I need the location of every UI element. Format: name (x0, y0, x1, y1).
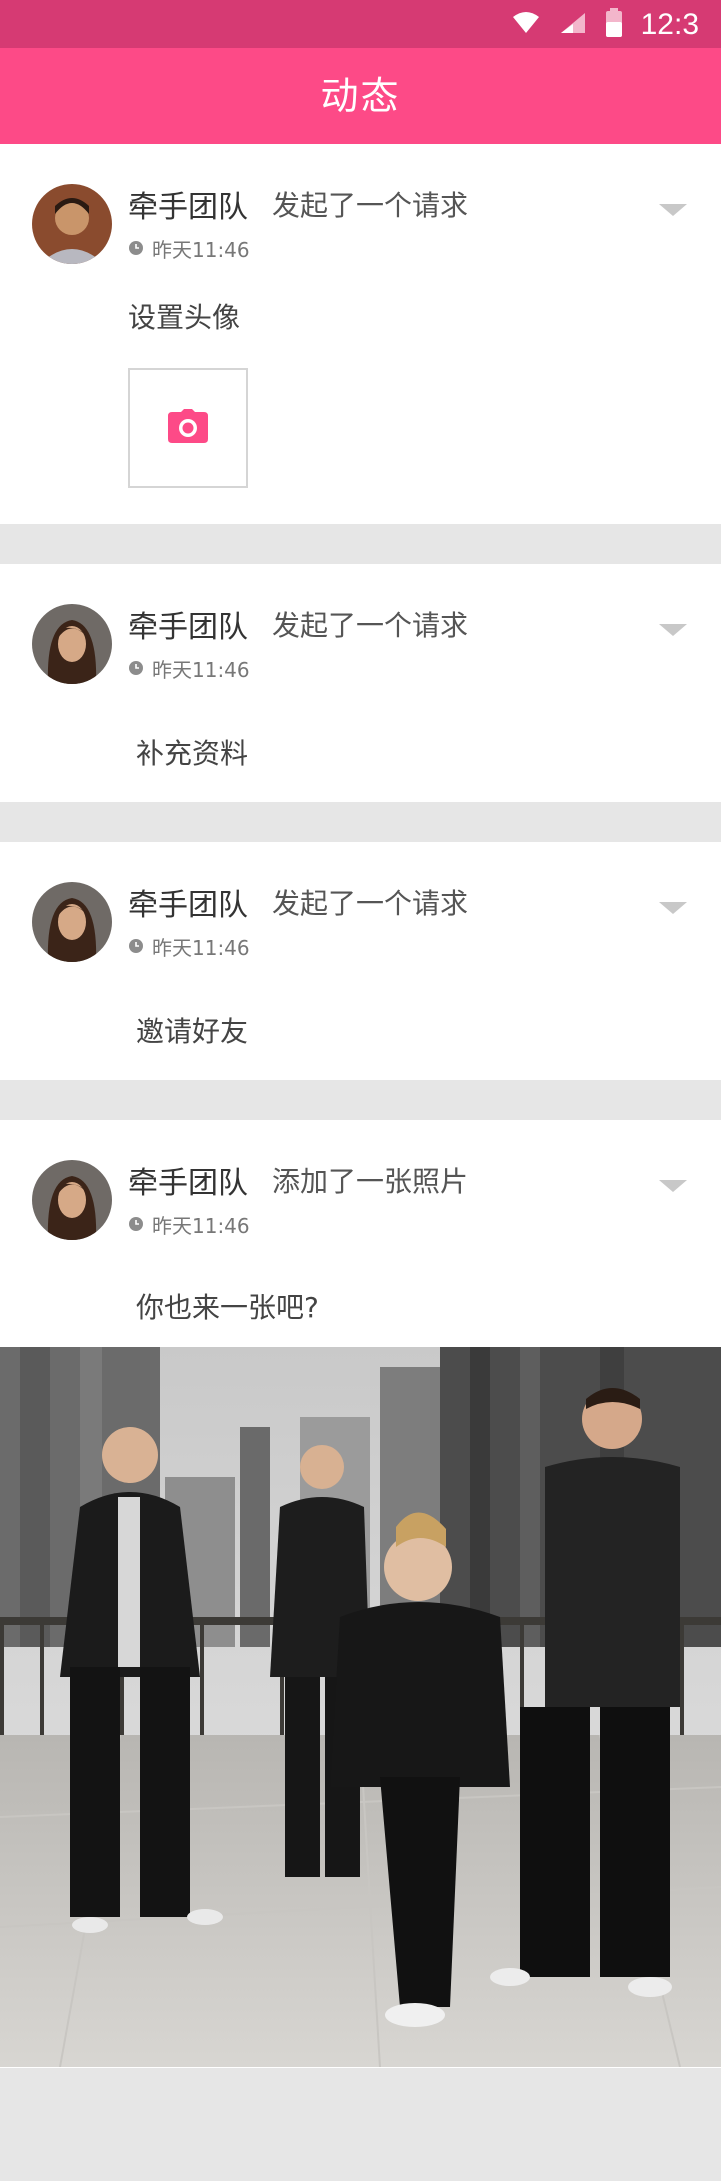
feed-card[interactable]: 牵手团队 发起了一个请求 昨天11:46 邀请好友 (0, 842, 721, 1080)
action-text: 发起了一个请求 (272, 887, 469, 920)
chevron-down-icon[interactable] (659, 204, 687, 216)
avatar[interactable] (32, 184, 112, 264)
feed-card[interactable]: 牵手团队 发起了一个请求 昨天11:46 设置头像 (0, 144, 721, 524)
status-time: 12:3 (640, 8, 699, 41)
request-title: 补充资料 (136, 737, 249, 770)
avatar[interactable] (32, 882, 112, 962)
timestamp-text: 昨天11:46 (152, 936, 250, 960)
timestamp: 昨天11:46 (128, 1210, 250, 1239)
signal-icon (559, 11, 587, 39)
timestamp-text: 昨天11:46 (152, 1214, 250, 1238)
username[interactable]: 牵手团队 (128, 1158, 248, 1202)
camera-icon (168, 409, 208, 447)
page-title: 动态 (320, 74, 401, 118)
upload-photo-button[interactable] (128, 368, 248, 488)
request-title: 设置头像 (128, 301, 241, 334)
post-photo[interactable] (0, 1347, 721, 2067)
timestamp-text: 昨天11:46 (152, 238, 250, 262)
timestamp-text: 昨天11:46 (152, 658, 250, 682)
avatar[interactable] (32, 1160, 112, 1240)
status-bar: 12:3 (0, 0, 721, 48)
status-bar-icons: 12:3 (511, 8, 699, 42)
username[interactable]: 牵手团队 (128, 602, 248, 646)
chevron-down-icon[interactable] (659, 624, 687, 636)
action-text: 发起了一个请求 (272, 609, 469, 642)
timestamp: 昨天11:46 (128, 932, 250, 961)
battery-icon (605, 8, 623, 42)
wifi-icon (511, 11, 541, 39)
feed-card[interactable]: 牵手团队 发起了一个请求 昨天11:46 补充资料 (0, 564, 721, 802)
clock-icon (128, 237, 144, 261)
clock-icon (128, 935, 144, 959)
username[interactable]: 牵手团队 (128, 880, 248, 924)
action-text: 发起了一个请求 (272, 189, 469, 222)
clock-icon (128, 657, 144, 681)
chevron-down-icon[interactable] (659, 902, 687, 914)
post-caption: 你也来一张吧? (136, 1291, 319, 1324)
timestamp: 昨天11:46 (128, 234, 250, 263)
avatar[interactable] (32, 604, 112, 684)
timestamp: 昨天11:46 (128, 654, 250, 683)
request-title: 邀请好友 (136, 1015, 249, 1048)
app-bar: 动态 (0, 48, 721, 144)
username[interactable]: 牵手团队 (128, 182, 248, 226)
clock-icon (128, 1213, 144, 1237)
action-text: 添加了一张照片 (272, 1165, 469, 1198)
chevron-down-icon[interactable] (659, 1180, 687, 1192)
